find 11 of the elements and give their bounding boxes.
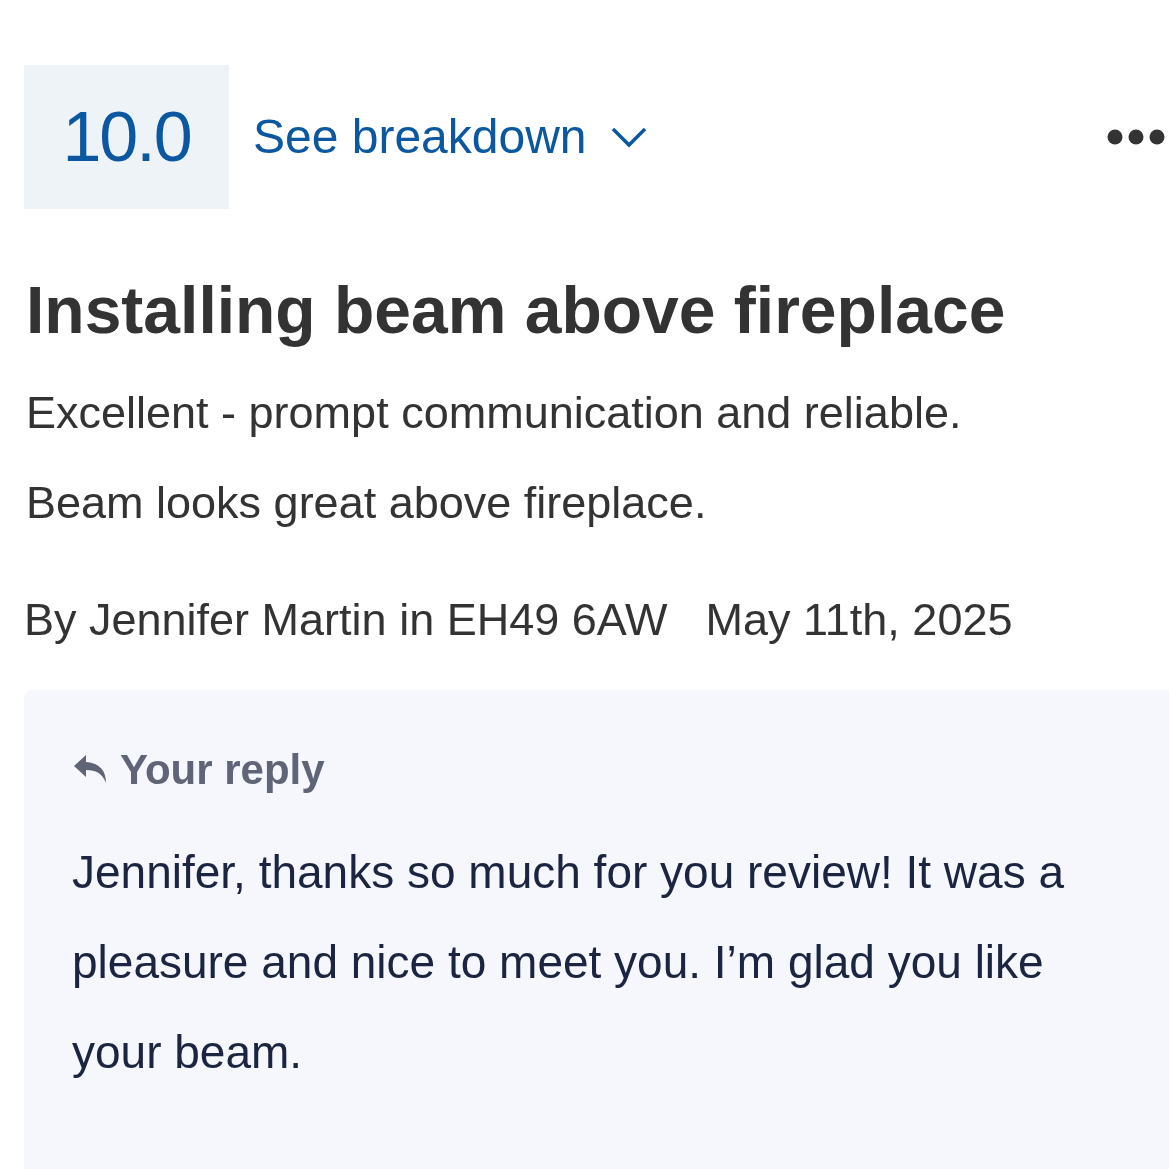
see-breakdown-link[interactable]: See breakdown	[253, 101, 647, 173]
reply-heading: Your reply	[72, 737, 1079, 801]
score-badge: 10.0	[24, 65, 229, 209]
review-text-line: Beam looks great above fireplace.	[26, 476, 708, 531]
reply-text: Jennifer, thanks so much for you review! It was a pleasure and nice to meet you. I’m glad you like your beam.	[72, 844, 1065, 1080]
review-text-line: Excellent - prompt communication and reliable.	[26, 386, 963, 441]
review-title: Installing beam above fireplace	[26, 272, 1007, 349]
chevron-down-icon	[610, 126, 647, 148]
review-date: May 11th, 2025	[705, 593, 1013, 648]
more-options-icon[interactable]	[1107, 129, 1165, 145]
reviewer-byline: By Jennifer Martin in EH49 6AW	[24, 593, 668, 648]
